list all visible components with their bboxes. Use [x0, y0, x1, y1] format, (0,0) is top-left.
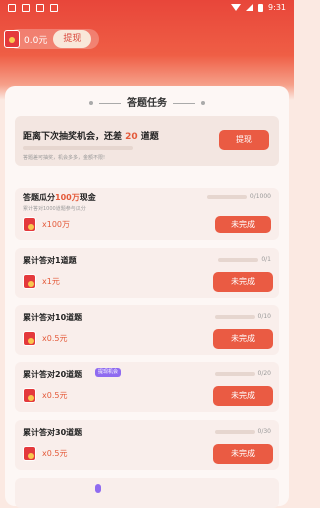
lottery-suffix: 道题 — [137, 132, 159, 142]
title-divider — [173, 102, 195, 104]
status-time: 9:31 — [268, 3, 286, 12]
title-dot — [89, 101, 93, 105]
lottery-withdraw-button[interactable]: 提现 — [219, 130, 269, 150]
task-item: 答题瓜分100万现金 累计答对1000道题参与瓜分 x100万 0/1000 未… — [15, 188, 279, 240]
red-packet-icon — [23, 331, 36, 346]
app-notification-icon — [8, 4, 16, 12]
progress-count: 0/1 — [261, 256, 271, 263]
task-status-button[interactable]: 未完成 — [213, 444, 273, 464]
task-status-button[interactable]: 未完成 — [213, 386, 273, 406]
reward-amount: x100万 — [42, 220, 71, 229]
task-status-button[interactable]: 未完成 — [213, 329, 273, 349]
task-title: 累计答对20道题 — [23, 370, 83, 379]
task-progress: 0/30 — [214, 428, 271, 435]
progress-track — [214, 429, 255, 434]
task-progress: 0/1000 — [206, 193, 271, 200]
task-item: 累计答对30道题 x0.5元 0/30 未完成 — [15, 420, 279, 470]
balance-amount: 0.0元 — [24, 35, 48, 46]
task-reward: x100万 — [23, 217, 70, 232]
progress-track — [214, 371, 255, 376]
reward-amount: x0.5元 — [42, 334, 68, 343]
quiz-task-card: 答题任务 距离下次抽奖机会，还差 20 道题 答题差可抽奖，机会多多，金额不限!… — [5, 86, 289, 508]
withdraw-button[interactable]: 提现 — [53, 30, 92, 48]
balance-pill: 0.0元 提现 — [4, 29, 100, 49]
lottery-count: 20 — [125, 132, 138, 142]
task-item — [15, 478, 279, 508]
red-packet-icon — [4, 30, 20, 48]
red-packet-icon — [23, 446, 36, 461]
task-progress: 0/1 — [218, 256, 271, 263]
task-reward: x1元 — [23, 274, 60, 289]
progress-track — [206, 194, 247, 199]
task-title: 累计答对1道题 — [23, 256, 77, 265]
progress-count: 0/1000 — [249, 193, 271, 200]
task-progress: 0/10 — [214, 313, 271, 320]
task-reward: x0.5元 — [23, 388, 67, 403]
notification-icons — [8, 4, 58, 12]
title-divider — [99, 102, 121, 104]
battery-icon — [258, 3, 264, 12]
task-title-prefix: 答题瓜分 — [23, 193, 55, 202]
task-item: 累计答对10道题 x0.5元 0/10 未完成 — [15, 305, 279, 355]
task-title: 累计答对10道题 — [23, 313, 83, 322]
reward-amount: x0.5元 — [42, 391, 68, 400]
progress-count: 0/10 — [257, 313, 271, 320]
app-notification-icon — [22, 4, 30, 12]
task-desc: 累计答对1000道题参与瓜分 — [23, 206, 86, 212]
task-title: 答题瓜分100万现金 — [23, 192, 96, 203]
progress-count: 0/30 — [257, 428, 271, 435]
red-packet-icon — [23, 274, 36, 289]
lottery-progress-box: 距离下次抽奖机会，还差 20 道题 答题差可抽奖，机会多多，金额不限! 提现 — [15, 116, 279, 166]
download-icon — [36, 4, 44, 12]
task-status-button[interactable]: 未完成 — [215, 216, 271, 233]
reward-amount: x1元 — [42, 277, 60, 286]
app-notification-icon — [50, 4, 58, 12]
cashout-chance-badge: 提现机会 — [95, 368, 122, 377]
task-item: 累计答对20道题 提现机会 x0.5元 0/20 未完成 — [15, 362, 279, 412]
reward-amount: x0.5元 — [42, 449, 68, 458]
title-dot — [201, 101, 205, 105]
lottery-progress-bar — [23, 146, 133, 150]
task-status-button[interactable]: 未完成 — [213, 272, 273, 292]
lottery-title: 距离下次抽奖机会，还差 20 道题 — [23, 129, 159, 142]
section-title-text: 答题任务 — [127, 98, 167, 109]
task-title-suffix: 现金 — [79, 193, 96, 202]
progress-track — [218, 257, 259, 262]
cashout-chance-badge — [95, 484, 101, 493]
lottery-prefix: 距离下次抽奖机会，还差 — [23, 132, 126, 142]
task-reward: x0.5元 — [23, 331, 67, 346]
progress-count: 0/20 — [257, 370, 271, 377]
task-title: 累计答对30道题 — [23, 428, 83, 437]
progress-track — [214, 314, 255, 319]
section-title: 答题任务 — [5, 94, 289, 109]
wifi-icon — [231, 4, 242, 11]
lottery-note: 答题差可抽奖，机会多多，金额不限! — [23, 155, 106, 161]
signal-icon — [246, 4, 254, 11]
task-progress: 0/20 — [214, 370, 271, 377]
red-packet-icon — [23, 217, 36, 232]
task-title-highlight: 100万 — [55, 193, 80, 202]
status-bar: 9:31 — [0, 0, 294, 18]
task-item: 累计答对1道题 x1元 0/1 未完成 — [15, 248, 279, 298]
red-packet-icon — [23, 388, 36, 403]
task-reward: x0.5元 — [23, 446, 67, 461]
